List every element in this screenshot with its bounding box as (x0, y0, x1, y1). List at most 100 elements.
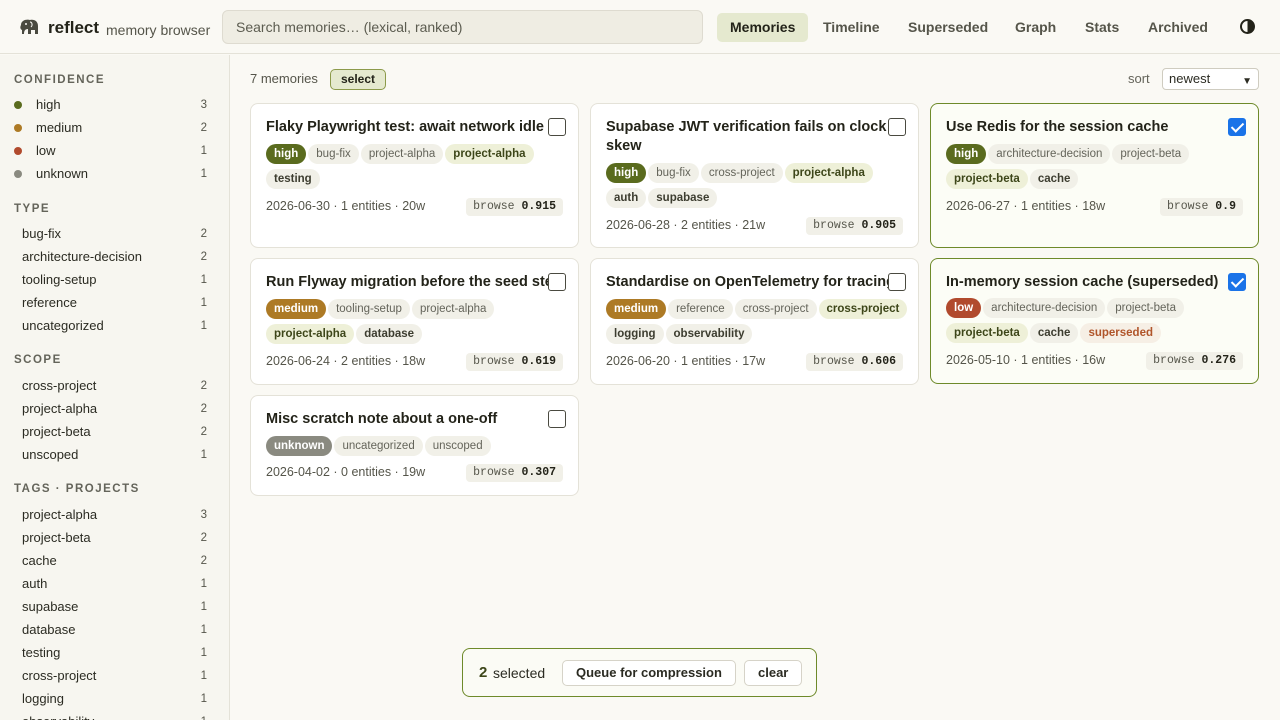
card-checkbox[interactable] (888, 273, 906, 291)
status-dot-icon (14, 123, 22, 132)
filter-label: logging (22, 691, 64, 706)
filter-confidence-unknown[interactable]: unknown 1 (14, 163, 214, 185)
confidence-badge[interactable]: high (266, 144, 307, 164)
tag-list: high bug-fix project-alpha project-alphates… (266, 144, 571, 194)
tag-chip[interactable]: project-beta (1112, 144, 1190, 164)
tag-chip[interactable]: reference (668, 299, 733, 319)
tab-stats[interactable]: Stats (1072, 13, 1132, 42)
tag-chip[interactable]: cross-project (700, 163, 783, 183)
filter-type-item[interactable]: bug-fix 2 (14, 223, 214, 245)
memory-card[interactable]: In-memory session cache (superseded) low a… (930, 258, 1259, 384)
memory-card[interactable]: Supabase JWT verification fails on clock… (590, 103, 919, 248)
tag-chip[interactable]: supabase (648, 188, 718, 208)
memory-card[interactable]: Run Flyway migration before the seed ste… (250, 258, 579, 385)
app-subtitle: memory browser (106, 22, 211, 38)
confidence-badge[interactable]: medium (606, 299, 667, 319)
card-checkbox[interactable] (548, 273, 566, 291)
tag-chip[interactable]: auth (606, 188, 647, 208)
select-button[interactable]: select (330, 69, 386, 90)
filter-tag-item[interactable]: cross-project 1 (14, 665, 214, 687)
filter-scope-item[interactable]: cross-project 2 (14, 375, 214, 397)
confidence-badge[interactable]: unknown (266, 436, 333, 456)
card-checkbox[interactable] (548, 410, 566, 428)
filter-type-item[interactable]: uncategorized 1 (14, 315, 214, 337)
memory-card[interactable]: Misc scratch note about a one-off unknown… (250, 395, 579, 496)
tag-chip[interactable]: tooling-setup (328, 299, 410, 319)
contrast-icon[interactable] (1240, 19, 1255, 34)
tag-chip[interactable]: project-alpha (266, 324, 355, 344)
card-checkbox[interactable] (1228, 118, 1246, 136)
clear-button[interactable]: clear (744, 660, 803, 686)
filter-type-item[interactable]: architecture-decision 2 (14, 246, 214, 268)
filter-scope-item[interactable]: unscoped 1 (14, 444, 214, 466)
confidence-badge[interactable]: high (606, 163, 647, 183)
status-dot-icon (14, 100, 22, 109)
tag-chip[interactable]: cross-project (734, 299, 817, 319)
filter-scope-item[interactable]: project-beta 2 (14, 421, 214, 443)
tag-chip[interactable]: unscoped (424, 436, 491, 456)
filter-count: 2 (200, 426, 207, 438)
filter-type-item[interactable]: tooling-setup 1 (14, 269, 214, 291)
card-checkbox[interactable] (548, 118, 566, 136)
filter-tag-item[interactable]: cache 2 (14, 550, 214, 572)
tag-chip[interactable]: cache (1029, 323, 1079, 343)
tag-chip[interactable]: testing (266, 169, 320, 189)
sort-value: newest (1169, 71, 1211, 86)
tag-chip[interactable]: project-alpha (445, 144, 534, 164)
card-title: Supabase JWT verification fails on clock… (606, 119, 887, 154)
tag-chip[interactable]: architecture-decision (988, 144, 1111, 164)
filter-label: project-alpha (22, 401, 98, 416)
tag-chip[interactable]: project-beta (1107, 298, 1185, 318)
score-label: browse (1166, 200, 1209, 213)
tag-chip[interactable]: cross-project (818, 299, 908, 319)
memory-card[interactable]: Flaky Playwright test: await network idl… (250, 103, 579, 248)
tag-list: medium tooling-setup project-alphaproject-… (266, 299, 571, 349)
filter-count: 3 (200, 99, 207, 111)
tag-chip[interactable]: project-alpha (784, 163, 873, 183)
tag-chip[interactable]: logging (606, 324, 664, 344)
confidence-badge[interactable]: medium (266, 299, 327, 319)
confidence-badge[interactable]: high (946, 144, 987, 164)
tag-chip[interactable]: superseded (1080, 323, 1161, 343)
filter-label: observability (22, 711, 94, 720)
filter-tag-item[interactable]: testing 1 (14, 642, 214, 664)
tab-timeline[interactable]: Timeline (810, 13, 893, 42)
filter-label: project-beta (22, 530, 91, 545)
tab-graph[interactable]: Graph (1002, 13, 1069, 42)
tag-chip[interactable]: database (356, 324, 423, 344)
tag-chip[interactable]: architecture-decision (983, 298, 1106, 318)
tab-archived[interactable]: Archived (1135, 13, 1221, 42)
filter-tag-item[interactable]: project-alpha 3 (14, 504, 214, 526)
card-checkbox[interactable] (888, 118, 906, 136)
tag-chip[interactable]: project-alpha (360, 144, 444, 164)
sort-select[interactable]: newest ▼ (1162, 68, 1259, 90)
filter-tag-item[interactable]: supabase 1 (14, 596, 214, 618)
tag-chip[interactable]: observability (665, 324, 753, 344)
filter-tag-item[interactable]: database 1 (14, 619, 214, 641)
memory-card[interactable]: Use Redis for the session cache high archi… (930, 103, 1259, 248)
tag-chip[interactable]: project-beta (946, 169, 1028, 189)
queue-compression-button[interactable]: Queue for compression (562, 660, 736, 686)
filter-confidence-low[interactable]: low 1 (14, 140, 214, 162)
search-input[interactable] (222, 10, 703, 44)
confidence-badge[interactable]: low (946, 298, 982, 318)
filter-scope-item[interactable]: project-alpha 2 (14, 398, 214, 420)
tab-superseded[interactable]: Superseded (895, 13, 1001, 42)
tag-chip[interactable]: project-beta (946, 323, 1028, 343)
memory-card[interactable]: Standardise on OpenTelemetry for tracing… (590, 258, 919, 385)
filter-type-item[interactable]: reference 1 (14, 292, 214, 314)
confidence-heading: CONFIDENCE (14, 74, 106, 86)
tab-memories[interactable]: Memories (717, 13, 809, 42)
tag-chip[interactable]: bug-fix (308, 144, 359, 164)
tag-chip[interactable]: cache (1029, 169, 1079, 189)
tag-chip[interactable]: project-alpha (411, 299, 495, 319)
filter-tag-item[interactable]: logging 1 (14, 688, 214, 710)
filter-tag-item[interactable]: project-beta 2 (14, 527, 214, 549)
filter-tag-item[interactable]: auth 1 (14, 573, 214, 595)
tag-chip[interactable]: uncategorized (334, 436, 423, 456)
card-checkbox[interactable] (1228, 273, 1246, 291)
filter-confidence-high[interactable]: high 3 (14, 94, 214, 116)
tag-chip[interactable]: bug-fix (648, 163, 699, 183)
filter-tag-item[interactable]: observability 1 (14, 711, 214, 720)
filter-confidence-medium[interactable]: medium 2 (14, 117, 214, 139)
